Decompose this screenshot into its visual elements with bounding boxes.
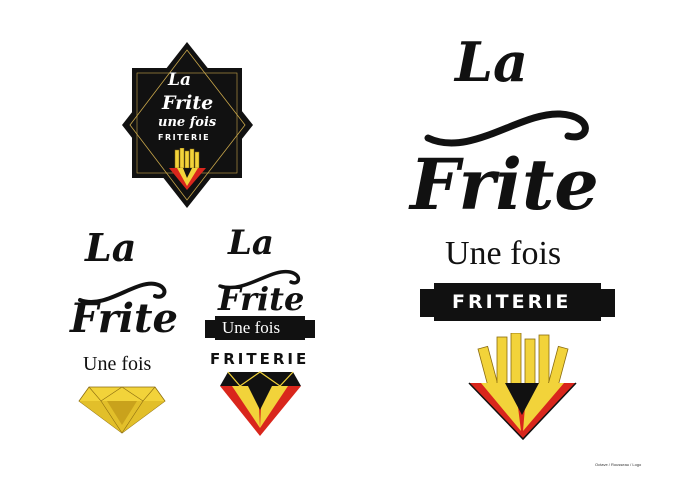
yellow-diamond-icon <box>78 386 166 434</box>
large-friterie: FRITERIE <box>452 291 572 313</box>
badge-une-fois: une fois <box>158 115 217 130</box>
diamond-fries-icon <box>468 333 577 441</box>
badge-friterie: FRITERIE <box>158 133 211 142</box>
large-une-fois: Une fois <box>445 235 562 272</box>
large-la: La <box>455 30 528 94</box>
small-color-friterie: FRITERIE <box>210 350 310 368</box>
small-yellow-frite: Frite <box>70 295 178 342</box>
large-frite: Frite <box>410 143 599 226</box>
badge-logo: La Frite une fois FRITERIE <box>120 40 255 210</box>
small-yellow-logo: La Frite Une fois <box>65 215 180 445</box>
small-color-frite: Frite <box>218 280 305 318</box>
small-color-logo: La Frite Une fois FRITERIE <box>200 218 320 448</box>
small-yellow-une-fois: Une fois <box>83 353 152 375</box>
diamond-fries-icon <box>220 371 301 436</box>
small-color-une-fois: Une fois <box>222 318 281 337</box>
diamond-fries-icon <box>169 148 206 190</box>
small-color-la: La <box>228 223 274 263</box>
large-logo: La Frite Une fois FRITERIE <box>400 25 625 445</box>
badge-frite: Frite <box>162 92 214 114</box>
footer-caption: Octave / Rousseau / Logo <box>595 462 642 467</box>
badge-la: La <box>168 70 191 90</box>
small-yellow-la: La <box>85 225 137 270</box>
